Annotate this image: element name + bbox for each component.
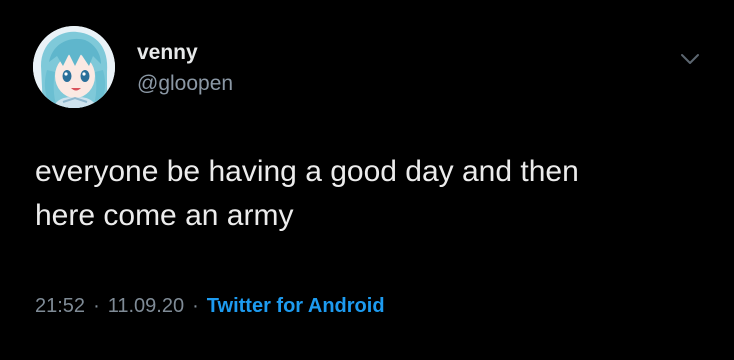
tweet-time[interactable]: 21:52 <box>35 295 85 317</box>
tweet-card: venny @gloopen everyone be having a good… <box>0 0 734 360</box>
chevron-down-icon[interactable] <box>678 47 702 71</box>
meta-separator: · <box>93 295 100 317</box>
tweet-header: venny @gloopen <box>33 26 699 110</box>
tweet-source-link[interactable]: Twitter for Android <box>207 295 385 317</box>
user-handle[interactable]: @gloopen <box>137 70 233 98</box>
meta-separator: · <box>192 295 199 317</box>
anime-avatar-icon <box>33 26 115 108</box>
author-names: venny @gloopen <box>137 40 233 98</box>
display-name[interactable]: venny <box>137 40 233 66</box>
avatar[interactable] <box>33 26 115 108</box>
tweet-date[interactable]: 11.09.20 <box>108 295 184 317</box>
tweet-text: everyone be having a good day and then h… <box>35 155 579 232</box>
tweet-meta: 21:52 · 11.09.20 · Twitter for Android <box>35 292 385 320</box>
